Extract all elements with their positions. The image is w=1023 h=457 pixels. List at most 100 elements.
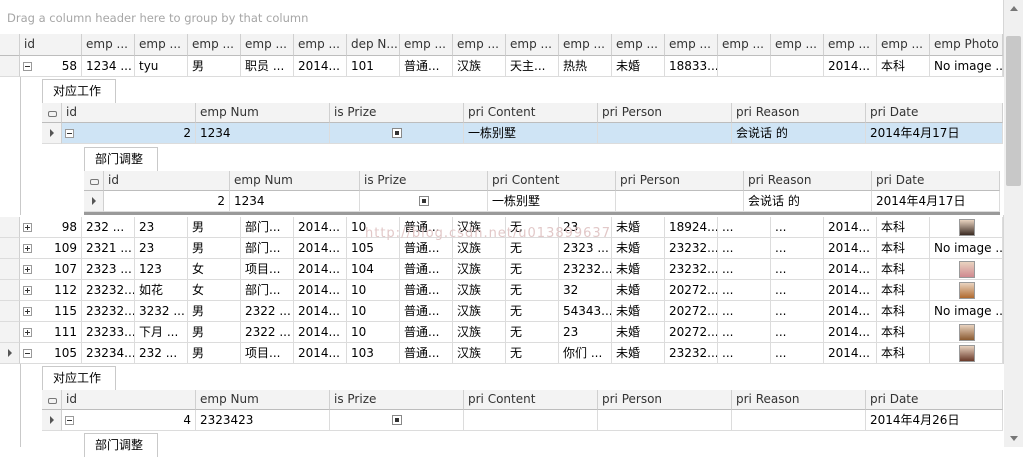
- row-indicator[interactable]: [0, 56, 20, 77]
- detail-cell-3[interactable]: 一栋别墅: [464, 123, 598, 144]
- master-cell-16[interactable]: 本科: [877, 259, 930, 280]
- master-cell-16[interactable]: 本科: [877, 238, 930, 259]
- master-cell-5[interactable]: 2014...: [294, 56, 347, 77]
- master-cell-8[interactable]: 汉族: [453, 238, 506, 259]
- master-cell-2[interactable]: 23: [135, 238, 188, 259]
- master-cell-11[interactable]: 未婚: [612, 280, 665, 301]
- master-cell-14[interactable]: ...: [771, 238, 824, 259]
- detail-tab[interactable]: 对应工作: [42, 366, 116, 390]
- master-cell-4[interactable]: 2322 ...: [241, 301, 294, 322]
- detail-column-header-3[interactable]: pri Content: [464, 390, 598, 410]
- master-cell-13[interactable]: ...: [718, 280, 771, 301]
- master-cell-14[interactable]: ...: [771, 259, 824, 280]
- master-cell-15[interactable]: 2014...: [824, 217, 877, 238]
- master-cell-13[interactable]: ...: [718, 238, 771, 259]
- detail-column-header-4[interactable]: pri Person: [598, 390, 732, 410]
- master-cell-15[interactable]: 2014...: [824, 259, 877, 280]
- master-cell-4[interactable]: 项目...: [241, 343, 294, 364]
- master-cell-13[interactable]: ...: [718, 301, 771, 322]
- master-cell-13[interactable]: ...: [718, 343, 771, 364]
- master-cell-9[interactable]: 天主...: [506, 56, 559, 77]
- column-header-3[interactable]: emp ...: [188, 34, 241, 56]
- column-header-8[interactable]: emp ...: [453, 34, 506, 56]
- master-cell-11[interactable]: 未婚: [612, 238, 665, 259]
- master-cell-17[interactable]: No image ...: [930, 301, 1003, 322]
- scroll-thumb[interactable]: [1006, 36, 1021, 186]
- master-cell-8[interactable]: 汉族: [453, 56, 506, 77]
- nested-column-header-2[interactable]: is Prize: [360, 171, 488, 191]
- master-cell-16[interactable]: 本科: [877, 343, 930, 364]
- master-cell-11[interactable]: 未婚: [612, 56, 665, 77]
- master-cell-2[interactable]: 3232 ...: [135, 301, 188, 322]
- master-cell-1[interactable]: 232 ...: [82, 217, 135, 238]
- master-cell-1[interactable]: 1234 ...: [82, 56, 135, 77]
- master-cell-12[interactable]: 23232...: [665, 343, 718, 364]
- master-cell-5[interactable]: 2014...: [294, 280, 347, 301]
- master-cell-15[interactable]: 2014...: [824, 280, 877, 301]
- master-cell-1[interactable]: 23232...: [82, 301, 135, 322]
- detail-cell-4[interactable]: [598, 123, 732, 144]
- master-cell-9[interactable]: 无: [506, 280, 559, 301]
- nested-column-header-3[interactable]: pri Content: [488, 171, 616, 191]
- master-cell-6[interactable]: 103: [347, 343, 400, 364]
- master-cell-7[interactable]: 普通...: [400, 56, 453, 77]
- collapse-minus-icon[interactable]: [65, 129, 74, 138]
- master-cell-2[interactable]: 232 ...: [135, 343, 188, 364]
- master-cell-7[interactable]: 普通...: [400, 217, 453, 238]
- collapse-minus-icon[interactable]: [23, 62, 32, 71]
- master-cell-7[interactable]: 普通...: [400, 322, 453, 343]
- detail-cell-0[interactable]: 2: [62, 123, 196, 144]
- column-header-17[interactable]: emp Photo: [930, 34, 1003, 56]
- nested-cell-3[interactable]: 一栋别墅: [488, 191, 616, 212]
- master-cell-6[interactable]: 10: [347, 217, 400, 238]
- nested-detail-tab[interactable]: 部门调整: [84, 147, 158, 171]
- master-cell-12[interactable]: 20272...: [665, 301, 718, 322]
- detail-column-header-2[interactable]: is Prize: [330, 103, 464, 123]
- row-indicator[interactable]: [0, 238, 20, 259]
- detail-column-header-0[interactable]: id: [62, 390, 196, 410]
- master-cell-5[interactable]: 2014...: [294, 238, 347, 259]
- master-cell-3[interactable]: 男: [188, 238, 241, 259]
- master-cell-10[interactable]: 32: [559, 280, 612, 301]
- master-cell-10[interactable]: 2323 ...: [559, 238, 612, 259]
- master-cell-10[interactable]: 23: [559, 322, 612, 343]
- expand-plus-icon[interactable]: [23, 223, 32, 232]
- master-cell-8[interactable]: 汉族: [453, 343, 506, 364]
- master-cell-8[interactable]: 汉族: [453, 322, 506, 343]
- scroll-up-icon[interactable]: [1010, 6, 1018, 11]
- column-header-16[interactable]: emp ...: [877, 34, 930, 56]
- nested-column-header-0[interactable]: id: [104, 171, 230, 191]
- column-header-9[interactable]: emp ...: [506, 34, 559, 56]
- row-indicator[interactable]: [0, 322, 20, 343]
- master-cell-4[interactable]: 部门...: [241, 238, 294, 259]
- detail-column-header-2[interactable]: is Prize: [330, 390, 464, 410]
- master-cell-17[interactable]: No image ...: [930, 56, 1003, 77]
- master-cell-1[interactable]: 2321 ...: [82, 238, 135, 259]
- row-indicator[interactable]: [0, 301, 20, 322]
- column-header-6[interactable]: dep N...: [347, 34, 400, 56]
- master-cell-15[interactable]: 2014...: [824, 343, 877, 364]
- master-cell-10[interactable]: 你们 ...: [559, 343, 612, 364]
- master-cell-16[interactable]: 本科: [877, 217, 930, 238]
- master-cell-14[interactable]: ...: [771, 322, 824, 343]
- column-header-13[interactable]: emp ...: [718, 34, 771, 56]
- master-cell-2[interactable]: tyu: [135, 56, 188, 77]
- column-header-11[interactable]: emp ...: [612, 34, 665, 56]
- master-cell-6[interactable]: 10: [347, 301, 400, 322]
- column-header-4[interactable]: emp ...: [241, 34, 294, 56]
- collapse-minus-icon[interactable]: [23, 349, 32, 358]
- expand-plus-icon[interactable]: [23, 307, 32, 316]
- master-cell-1[interactable]: 23233...: [82, 322, 135, 343]
- detail-column-header-1[interactable]: emp Num: [196, 103, 330, 123]
- nested-cell-5[interactable]: 会说话 的: [744, 191, 872, 212]
- master-cell-9[interactable]: 无: [506, 301, 559, 322]
- master-cell-9[interactable]: 无: [506, 322, 559, 343]
- master-cell-15[interactable]: 2014...: [824, 301, 877, 322]
- detail-cell-4[interactable]: [598, 410, 732, 431]
- master-cell-3[interactable]: 女: [188, 259, 241, 280]
- master-cell-3[interactable]: 女: [188, 280, 241, 301]
- master-cell-15[interactable]: 2014...: [824, 238, 877, 259]
- master-cell-4[interactable]: 部门...: [241, 280, 294, 301]
- master-cell-11[interactable]: 未婚: [612, 322, 665, 343]
- master-cell-3[interactable]: 男: [188, 343, 241, 364]
